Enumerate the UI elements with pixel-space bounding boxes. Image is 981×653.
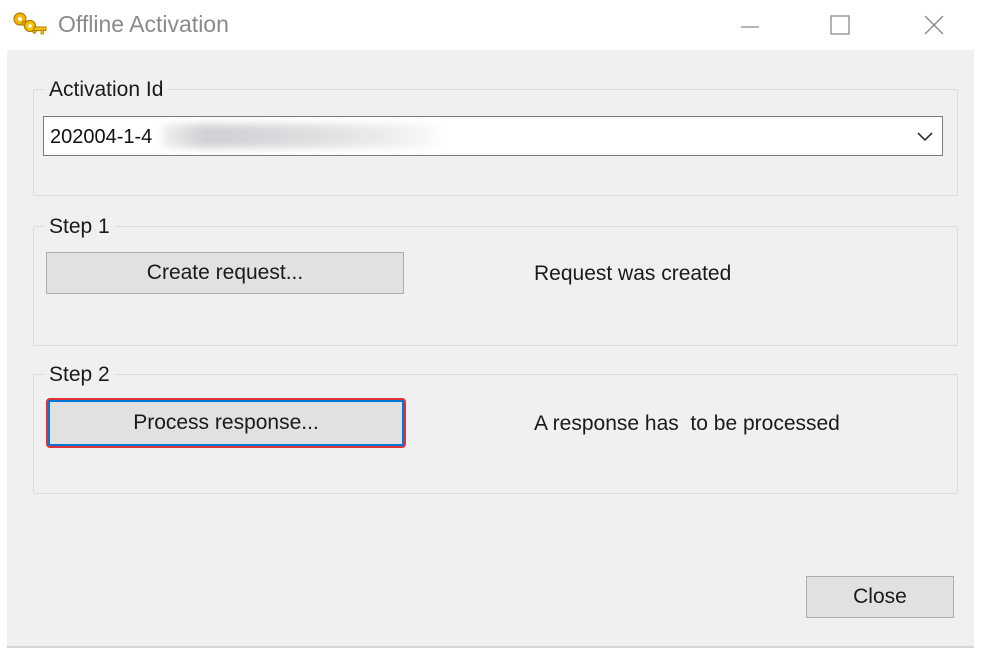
activation-id-label: Activation Id [44, 77, 169, 103]
close-button[interactable]: Close [806, 576, 954, 618]
chevron-down-icon[interactable] [914, 126, 936, 146]
step2-status: A response has to be processed [534, 412, 840, 435]
window-title: Offline Activation [58, 11, 229, 37]
step2-label: Step 2 [44, 362, 115, 388]
keys-icon [13, 12, 47, 35]
close-window-button[interactable] [898, 0, 970, 50]
maximize-icon [830, 15, 850, 35]
close-icon [924, 15, 944, 35]
step1-label: Step 1 [44, 214, 115, 240]
activation-id-value: 202004-1-4 [50, 126, 153, 148]
process-response-button[interactable]: Process response... [48, 400, 404, 446]
obscured-activation-id [162, 124, 447, 148]
minimize-icon [741, 26, 759, 28]
create-request-button[interactable]: Create request... [46, 252, 404, 294]
step1-status: Request was created [534, 262, 732, 285]
offline-activation-dialog: Offline Activation Activation Id 202004-… [0, 0, 981, 653]
maximize-button[interactable] [804, 0, 876, 50]
minimize-button[interactable] [714, 0, 786, 50]
title-bar[interactable]: Offline Activation [0, 0, 981, 50]
